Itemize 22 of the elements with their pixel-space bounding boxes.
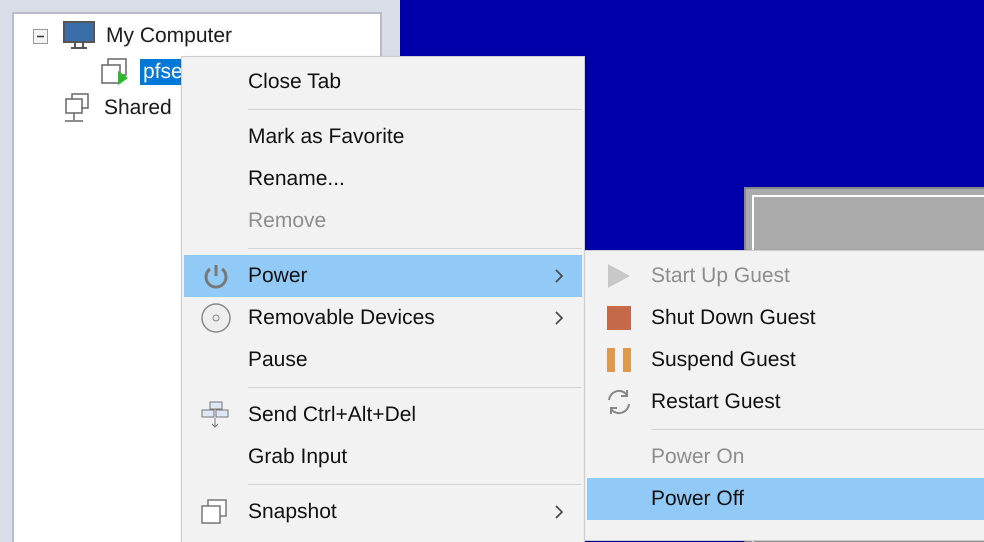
collapse-toggle[interactable]: [33, 28, 48, 44]
menu-item[interactable]: Shut Down Guest: [587, 297, 984, 339]
disc-icon: [201, 303, 231, 333]
menu-item[interactable]: Snapshot: [184, 491, 582, 533]
menu-item[interactable]: Rename...: [184, 158, 582, 200]
stop-icon: [607, 306, 631, 330]
menu-item[interactable]: Suspend Guest: [587, 339, 984, 381]
restart-icon: [605, 388, 633, 416]
menu-item[interactable]: Power Off: [587, 478, 984, 520]
tree-item[interactable]: My Computer: [103, 23, 282, 49]
power-icon: [202, 262, 230, 290]
menu-item[interactable]: Pause: [184, 339, 582, 381]
menu-item[interactable]: Removable Devices: [184, 297, 582, 339]
menu-item[interactable]: Power: [184, 255, 582, 297]
monitor-icon: [63, 21, 95, 51]
play-icon: [606, 263, 632, 289]
menu-item[interactable]: Send Ctrl+Alt+Del: [184, 394, 582, 436]
menu-item[interactable]: Grab Input: [184, 436, 582, 478]
menu-item[interactable]: Close Tab: [184, 61, 582, 103]
menu-item[interactable]: Restart Guest: [587, 381, 984, 423]
pause-icon: [607, 348, 631, 372]
menu-item[interactable]: Mark as Favorite: [184, 116, 582, 158]
